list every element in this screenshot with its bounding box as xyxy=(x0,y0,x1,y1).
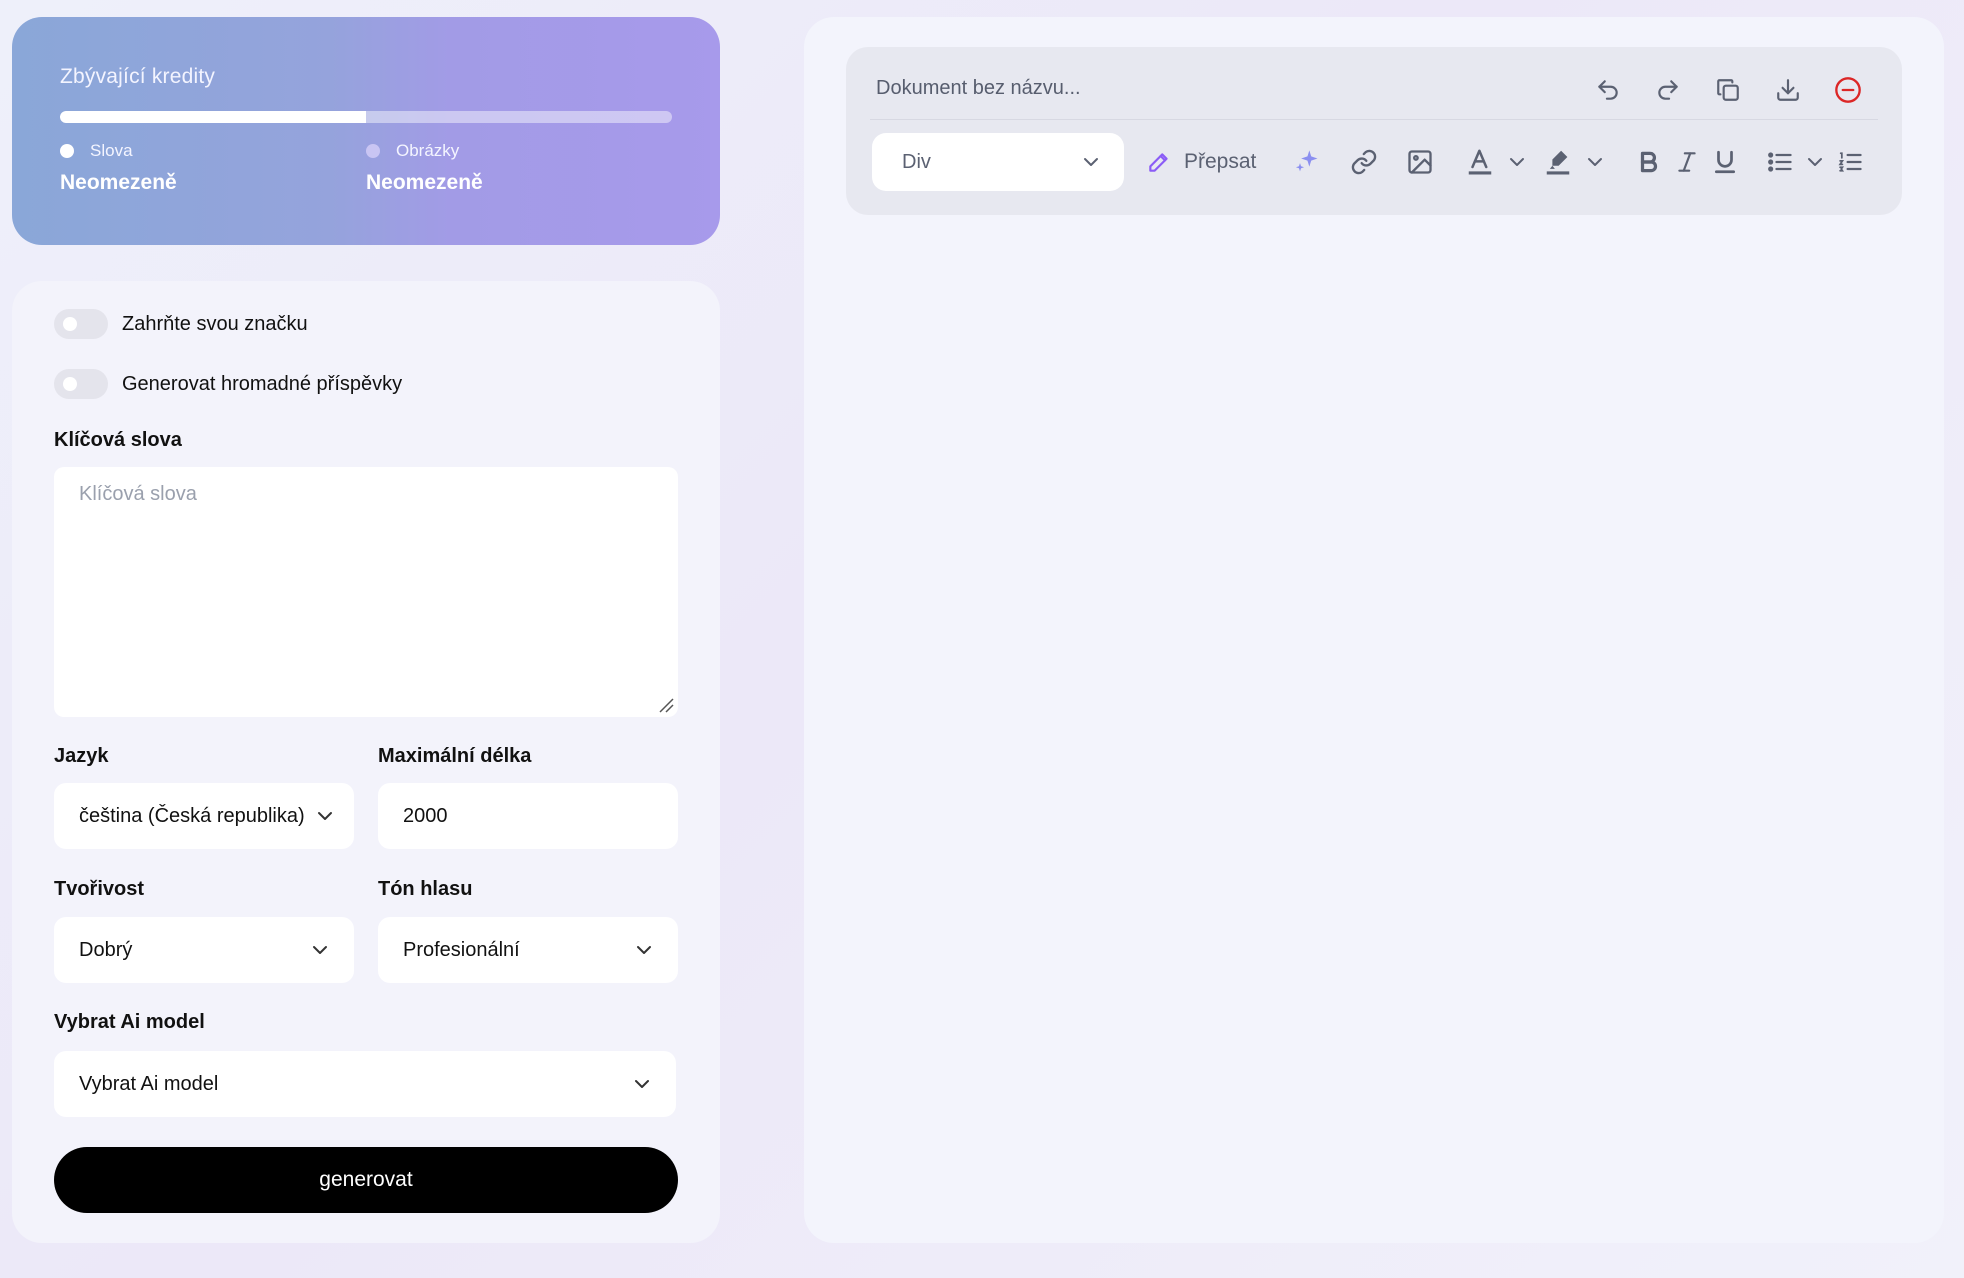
credits-card: Zbývající kredity Slova Neomezeně Obrázk… xyxy=(12,17,720,245)
chevron-down-icon[interactable] xyxy=(1580,137,1610,187)
toolbar-divider xyxy=(870,119,1878,120)
chevron-down-icon[interactable] xyxy=(1800,137,1830,187)
resize-grip-icon[interactable] xyxy=(658,697,674,713)
model-select[interactable]: Vybrat Ai model xyxy=(54,1051,676,1117)
brand-toggle-row: Zahrňte svou značku xyxy=(54,309,308,339)
words-legend-dot xyxy=(60,144,74,158)
creativity-select[interactable]: Dobrý xyxy=(54,917,354,983)
brand-toggle[interactable] xyxy=(54,309,108,339)
bold-icon[interactable] xyxy=(1630,137,1668,187)
images-credit: Obrázky Neomezeně xyxy=(366,141,672,195)
keywords-label: Klíčová slova xyxy=(54,429,182,451)
editor-panel: Dokument bez názvu... Div Přepsat xyxy=(804,17,1944,1243)
copy-icon[interactable] xyxy=(1698,69,1758,111)
creativity-label: Tvořivost xyxy=(54,878,145,900)
images-legend-dot xyxy=(366,144,380,158)
text-color-icon[interactable] xyxy=(1458,137,1502,187)
link-icon[interactable] xyxy=(1336,137,1392,187)
tone-select[interactable]: Profesionální xyxy=(378,917,678,983)
redo-icon[interactable] xyxy=(1638,69,1698,111)
language-value: čeština (Česká republika) xyxy=(79,804,305,827)
pencil-icon xyxy=(1149,153,1168,172)
keywords-textarea[interactable] xyxy=(54,467,678,717)
chevron-down-icon xyxy=(637,946,651,954)
generator-form: Zahrňte svou značku Generovat hromadné p… xyxy=(12,281,720,1243)
format-toolbar: Přepsat xyxy=(1146,137,1870,187)
images-value: Neomezeně xyxy=(366,171,483,194)
underline-icon[interactable] xyxy=(1706,137,1744,187)
credits-progress-fill xyxy=(60,111,366,123)
chevron-down-icon xyxy=(318,812,332,820)
remove-icon[interactable] xyxy=(1818,69,1878,111)
undo-icon[interactable] xyxy=(1578,69,1638,111)
chevron-down-icon xyxy=(1084,158,1098,166)
credits-title: Zbývající kredity xyxy=(60,65,216,88)
max-length-input[interactable]: 2000 xyxy=(378,783,678,849)
chevron-down-icon xyxy=(635,1080,649,1088)
highlight-icon[interactable] xyxy=(1536,137,1580,187)
bullet-list-icon[interactable] xyxy=(1760,137,1800,187)
rewrite-button[interactable]: Přepsat xyxy=(1146,149,1256,175)
block-type-value: Div xyxy=(902,150,931,173)
bulk-toggle-label: Generovat hromadné příspěvky xyxy=(122,372,403,395)
bulk-toggle-row: Generovat hromadné příspěvky xyxy=(54,369,402,399)
image-icon[interactable] xyxy=(1392,137,1448,187)
document-actions xyxy=(1578,69,1878,111)
words-label: Slova xyxy=(90,141,133,160)
language-label: Jazyk xyxy=(54,745,109,767)
model-label: Vybrat Ai model xyxy=(54,1011,205,1033)
max-length-label: Maximální délka xyxy=(378,745,532,767)
document-title-input[interactable]: Dokument bez názvu... xyxy=(876,77,1081,100)
words-credit: Slova Neomezeně xyxy=(60,141,366,195)
model-value: Vybrat Ai model xyxy=(79,1072,219,1095)
credits-progress-bar xyxy=(60,111,672,123)
language-select[interactable]: čeština (Česká republika) xyxy=(54,783,354,849)
numbered-list-icon[interactable] xyxy=(1830,137,1870,187)
rewrite-label: Přepsat xyxy=(1184,150,1257,173)
download-icon[interactable] xyxy=(1758,69,1818,111)
max-length-value: 2000 xyxy=(403,804,448,827)
images-label: Obrázky xyxy=(396,141,460,160)
chevron-down-icon[interactable] xyxy=(1502,137,1532,187)
tone-value: Profesionální xyxy=(403,938,520,961)
tone-label: Tón hlasu xyxy=(378,878,473,900)
brand-toggle-label: Zahrňte svou značku xyxy=(122,312,308,335)
words-value: Neomezeně xyxy=(60,171,177,194)
block-type-select[interactable]: Div xyxy=(872,133,1124,191)
creativity-value: Dobrý xyxy=(79,938,133,961)
editor-canvas[interactable] xyxy=(846,237,1902,1197)
editor-toolbar: Dokument bez názvu... Div Přepsat xyxy=(846,47,1902,215)
generate-button[interactable]: generovat xyxy=(54,1147,678,1213)
chevron-down-icon xyxy=(313,946,327,954)
bulk-posts-toggle[interactable] xyxy=(54,369,108,399)
italic-icon[interactable] xyxy=(1668,137,1706,187)
sparkle-icon[interactable] xyxy=(1278,137,1336,187)
